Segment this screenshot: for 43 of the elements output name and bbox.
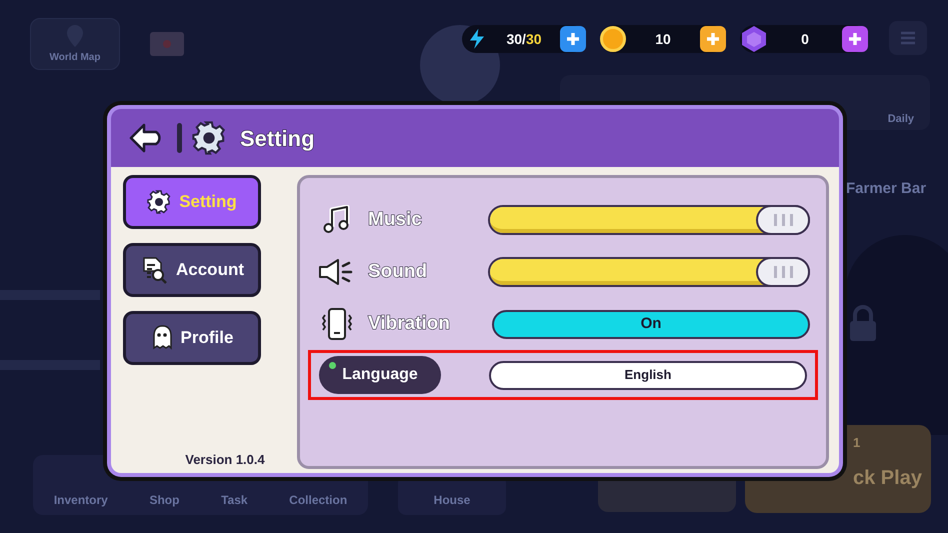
energy-current: 30/: [506, 30, 526, 46]
gem-count: 0: [800, 30, 810, 48]
gem-icon: [740, 25, 768, 53]
add-button[interactable]: [560, 26, 586, 52]
sidebar-tab[interactable]: Profile: [123, 311, 261, 365]
slider-thumb[interactable]: [756, 205, 810, 235]
nav-item[interactable]: Inventory: [54, 491, 108, 509]
setting-label: Music: [368, 208, 422, 232]
dialog-title: Setting: [240, 124, 315, 153]
plus-icon: [848, 32, 862, 46]
world-map-button[interactable]: World Map: [30, 18, 120, 70]
gear-icon: [147, 190, 172, 214]
add-button[interactable]: [700, 26, 726, 52]
nav-item[interactable]: Collection: [289, 491, 348, 509]
gear-icon: [192, 121, 226, 155]
plus-icon: [706, 32, 720, 46]
language-label: Language: [319, 356, 441, 394]
quick-play-label: ck Play: [853, 466, 922, 490]
ghost-icon: [150, 325, 173, 351]
setting-label: Vibration: [368, 312, 450, 336]
header-divider: [177, 123, 182, 153]
sidebar-tab[interactable]: Setting: [123, 175, 261, 229]
nav-item[interactable]: Task: [221, 491, 248, 509]
vibrating-phone-icon: [321, 307, 353, 341]
area-title: Farmer Bar: [846, 179, 926, 199]
plus-icon: [566, 32, 580, 46]
slider-thumb[interactable]: [756, 257, 810, 287]
nav-item[interactable]: Shop: [149, 491, 180, 509]
sidebar-tab[interactable]: Account: [123, 243, 261, 297]
coin-icon: [600, 26, 626, 52]
vibration-toggle[interactable]: On: [492, 310, 810, 338]
setting-label: Sound: [368, 260, 428, 284]
play-count: 1: [853, 434, 860, 452]
menu-icon: [900, 31, 916, 45]
lock-icon: [848, 305, 878, 343]
house-label[interactable]: House: [434, 491, 470, 509]
add-button[interactable]: [842, 26, 868, 52]
music-note-icon: [323, 205, 351, 235]
language-select[interactable]: English: [489, 360, 807, 390]
version-label: Version 1.0.4: [185, 450, 265, 468]
coin-count: 10: [654, 30, 672, 48]
daily-label: Daily: [888, 112, 914, 126]
energy-max: 30: [526, 30, 542, 46]
